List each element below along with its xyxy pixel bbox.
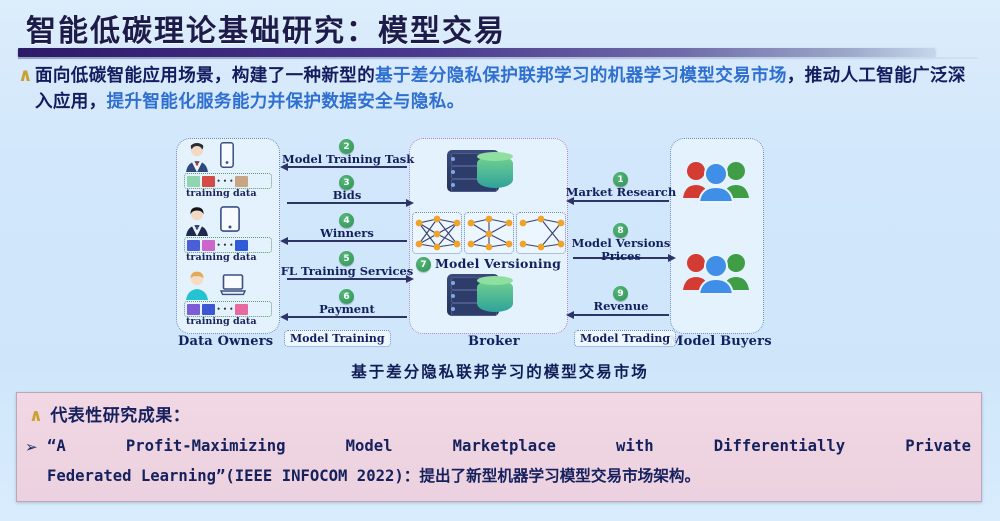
data-block xyxy=(187,303,200,315)
person-icon xyxy=(186,143,208,172)
arrow-flow-9 xyxy=(566,310,669,319)
data-block xyxy=(187,239,200,251)
citation-line-2-en: Federated Learning”(IEEE INFOCOM 2022)： xyxy=(47,467,420,485)
label-flow-8-line1: Model Versions xyxy=(571,236,671,250)
panel-label-broker: Broker xyxy=(468,334,520,349)
label-model-versioning: Model Versioning xyxy=(435,256,562,271)
data-block xyxy=(187,175,200,187)
model-buyers-group-icon-2 xyxy=(683,254,749,295)
data-block xyxy=(202,175,215,187)
training-data-blocks: • • • xyxy=(184,301,272,317)
title-underline-bar xyxy=(18,48,935,57)
neural-net-v2-icon xyxy=(464,212,514,254)
person-icon xyxy=(186,207,208,236)
arrow-flow-5 xyxy=(287,274,414,283)
paragraph-text: 面向低碳智能应用场景，构建了一种新型的基于差分隐私保护联邦学习的机器学习模型交易… xyxy=(35,63,970,115)
laptop-icon xyxy=(220,274,246,296)
data-block xyxy=(235,303,249,315)
title-area: 智能低碳理论基础研究：模型交易 xyxy=(0,2,1000,59)
citation-line-2-cn: 提出了新型机器学习模型交易市场架构。 xyxy=(419,466,701,485)
smartphone-icon xyxy=(220,142,234,168)
label-flow-5: FL Training Services xyxy=(280,264,414,278)
data-block xyxy=(202,239,215,251)
paragraph-seg-4-highlight: 提升智能化服务能力并保护数据安全与隐私。 xyxy=(106,92,465,112)
training-data-label: training data xyxy=(186,188,257,199)
intro-paragraph: ∧ 面向低碳智能应用场景，构建了一种新型的基于差分隐私保护联邦学习的机器学习模型交… xyxy=(18,63,982,115)
results-heading-text: 代表性研究成果： xyxy=(50,406,191,426)
model-buyers-group-icon-1 xyxy=(683,162,749,203)
training-data-label: training data xyxy=(186,316,257,327)
label-flow-1: Market Research xyxy=(565,185,677,199)
results-box: ∧ 代表性研究成果： ➢ “A Profit-Maximizing Model M… xyxy=(16,392,982,502)
paragraph-seg-2-highlight: 基于差分隐私保护联邦学习的机器学习模型交易市场 xyxy=(375,66,787,86)
neural-net-v1-icon xyxy=(412,212,462,254)
page-title: 智能低碳理论基础研究：模型交易 xyxy=(26,14,506,49)
label-flow-8-line2: Prices xyxy=(601,249,641,263)
results-citation: ➢ “A Profit-Maximizing Model Marketplace… xyxy=(25,431,971,491)
data-owner-2: • • • training data xyxy=(184,206,274,264)
arrow-flow-3 xyxy=(287,198,414,207)
panel-label-model-buyers: Model Buyers xyxy=(669,334,772,349)
server-database-icon-bottom xyxy=(447,272,521,318)
training-data-blocks: • • • xyxy=(184,173,272,189)
arrow-bullet-icon: ➢ xyxy=(25,438,38,456)
data-block xyxy=(202,303,215,315)
data-owner-3: • • • training data xyxy=(184,270,274,328)
slide-root: 智能低碳理论基础研究：模型交易 ∧ 面向低碳智能应用场景，构建了一种新型的基于差分… xyxy=(0,0,1000,521)
citation-line-2: Federated Learning”(IEEE INFOCOM 2022)：提… xyxy=(47,461,971,491)
citation-line-1: “A Profit-Maximizing Model Marketplace w… xyxy=(47,437,971,455)
training-data-blocks: • • • xyxy=(184,237,272,253)
label-flow-4: Winners xyxy=(320,226,374,240)
person-icon xyxy=(186,271,208,300)
bullet-marker-icon: ∧ xyxy=(18,65,34,86)
paragraph-seg-1: 面向低碳智能应用场景，构建了一种新型的 xyxy=(35,66,376,86)
figure-caption: 基于差分隐私联邦学习的模型交易市场 xyxy=(351,362,649,381)
arrow-flow-2 xyxy=(280,162,407,171)
tablet-icon xyxy=(220,206,240,232)
gold-bullet-icon: ∧ xyxy=(29,406,44,426)
tag-model-training: Model Training xyxy=(284,330,391,347)
tag-model-trading: Model Trading xyxy=(574,330,677,347)
data-block xyxy=(235,239,249,251)
data-block xyxy=(235,175,249,187)
training-data-label: training data xyxy=(186,252,257,263)
label-flow-2: Model Training Task xyxy=(282,152,415,166)
results-heading: ∧ 代表性研究成果： xyxy=(29,401,190,426)
label-flow-6: Payment xyxy=(319,302,375,316)
arrow-flow-4 xyxy=(280,236,407,245)
ellipsis-dots: • • • xyxy=(217,304,234,314)
architecture-diagram: • • • training data • • • training data … xyxy=(172,136,772,349)
arrow-flow-1 xyxy=(566,196,669,205)
ellipsis-dots: • • • xyxy=(217,240,234,250)
title-underline-thin xyxy=(18,57,978,59)
ellipsis-dots: • • • xyxy=(217,176,234,186)
label-flow-9: Revenue xyxy=(593,299,649,313)
panel-label-data-owners: Data Owners xyxy=(178,334,274,349)
arrow-flow-6 xyxy=(280,312,407,321)
neural-net-v3-icon xyxy=(516,212,566,254)
server-database-icon-top xyxy=(447,148,521,194)
data-owner-1: • • • training data xyxy=(184,142,274,200)
label-flow-3: Bids xyxy=(332,188,362,202)
